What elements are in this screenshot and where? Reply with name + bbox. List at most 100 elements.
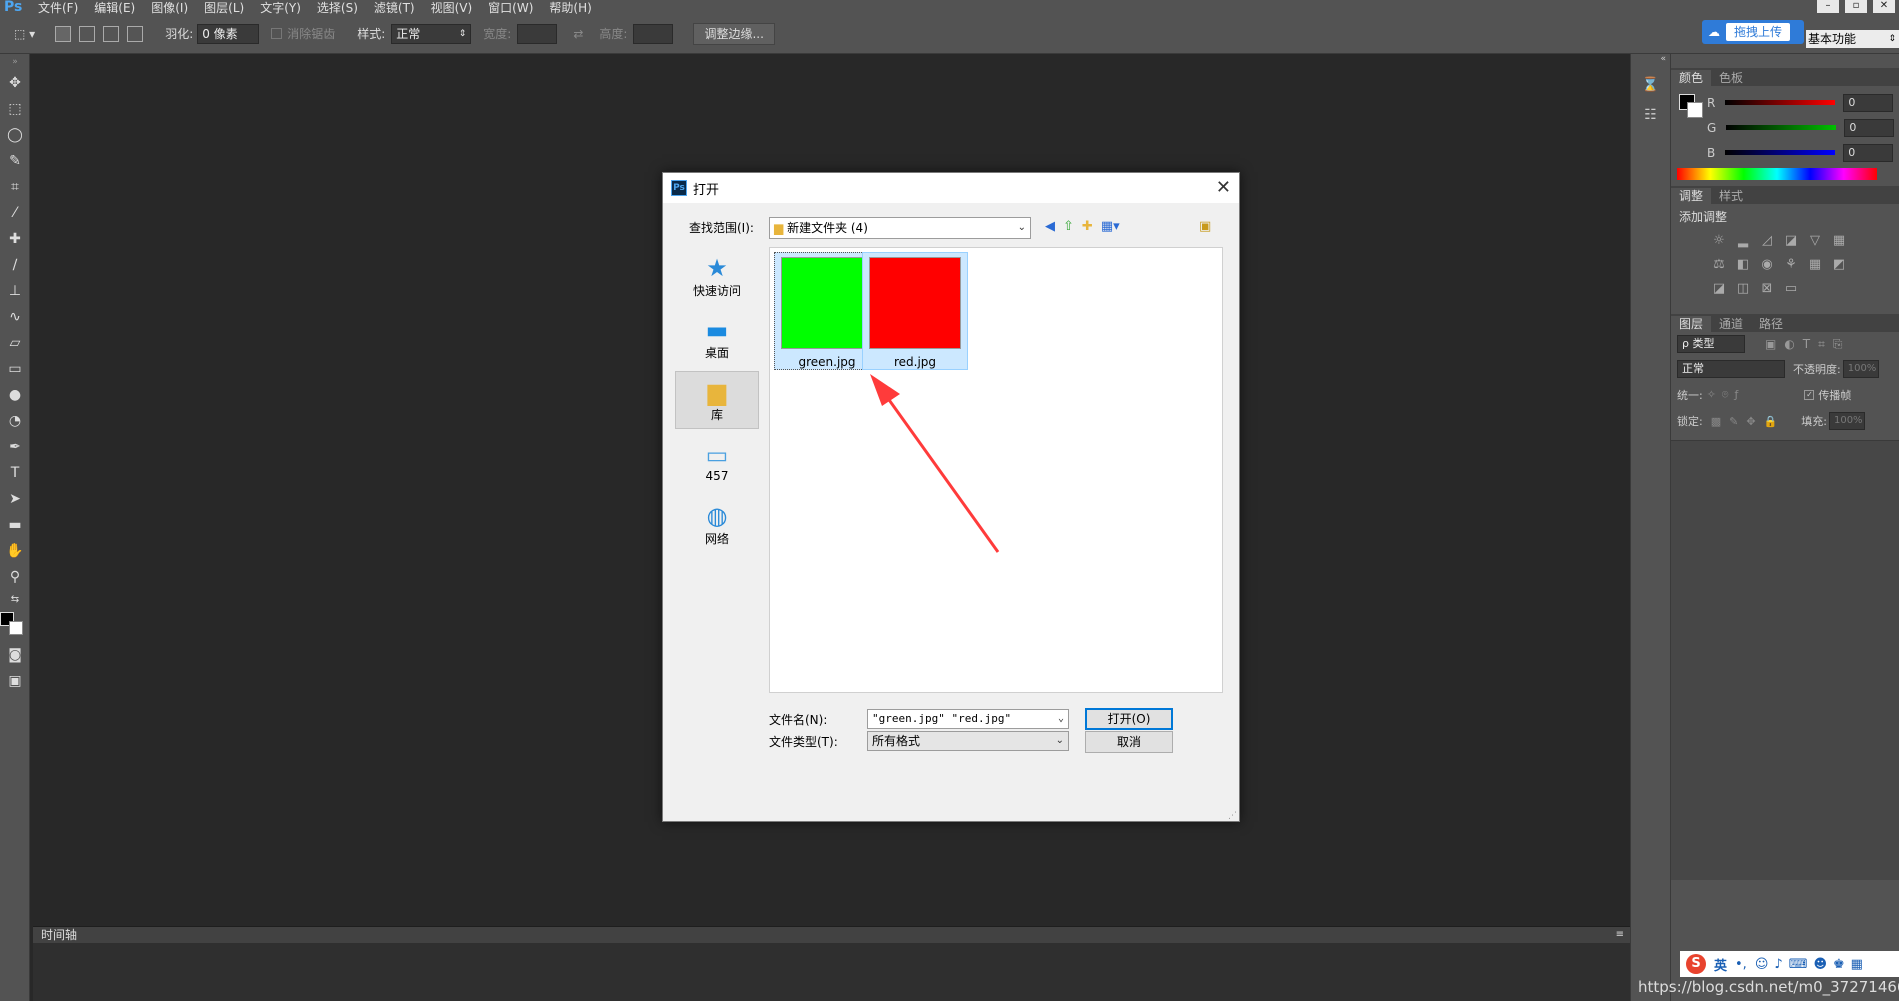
properties-panel-icon[interactable]: ☷ bbox=[1631, 100, 1670, 130]
background-color-swatch[interactable] bbox=[9, 621, 23, 635]
red-value-input[interactable]: 0 bbox=[1843, 93, 1894, 112]
timeline-tab[interactable]: 时间轴 bbox=[41, 927, 77, 943]
invert-icon[interactable]: ◩ bbox=[1827, 253, 1851, 277]
eraser-tool-icon[interactable]: ▱ bbox=[0, 330, 30, 356]
lasso-tool-icon[interactable]: ◯ bbox=[0, 122, 30, 148]
add-selection-icon[interactable] bbox=[79, 25, 96, 42]
filename-input[interactable]: "green.jpg" "red.jpg" ⌄ bbox=[867, 709, 1069, 729]
subtract-selection-icon[interactable] bbox=[103, 25, 120, 42]
panel-menu-icon[interactable]: ≡ bbox=[1616, 927, 1624, 943]
width-input[interactable] bbox=[517, 23, 558, 44]
fill-input[interactable]: 100% bbox=[1828, 412, 1865, 430]
pen-tool-icon[interactable]: ✒ bbox=[0, 434, 30, 460]
propagate-checkbox[interactable]: ✓ bbox=[1804, 390, 1815, 400]
channel-mixer-icon[interactable]: ⚘ bbox=[1779, 253, 1803, 277]
opacity-input[interactable]: 100% bbox=[1842, 360, 1879, 378]
hand-tool-icon[interactable]: ✋ bbox=[0, 538, 30, 564]
gradient-tool-icon[interactable]: ▭ bbox=[0, 356, 30, 382]
ime-lang-toggle[interactable]: 英 bbox=[1714, 955, 1727, 974]
lookin-select[interactable]: ▆ 新建文件夹 (4) ⌄ bbox=[769, 217, 1031, 239]
green-value-input[interactable]: 0 bbox=[1844, 118, 1895, 137]
healing-tool-icon[interactable]: ✚ bbox=[0, 226, 30, 252]
refine-edge-button[interactable]: 调整边缘... bbox=[693, 22, 775, 45]
view-menu-icon[interactable]: ▦▾ bbox=[1101, 219, 1120, 234]
emoji-icon[interactable]: ☺ bbox=[1755, 957, 1769, 972]
expand-panels-icon[interactable]: « bbox=[1631, 54, 1670, 70]
new-selection-icon[interactable] bbox=[55, 25, 72, 42]
blue-slider[interactable] bbox=[1725, 150, 1836, 155]
panel-collapse-icon[interactable]: » bbox=[0, 54, 30, 70]
blur-tool-icon[interactable]: ● bbox=[0, 382, 30, 408]
curves-icon[interactable]: ◿ bbox=[1755, 229, 1779, 253]
unify-icons[interactable]: ✧⌾ƒ bbox=[1707, 388, 1745, 402]
dodge-tool-icon[interactable]: ◔ bbox=[0, 408, 30, 434]
color-swatches[interactable] bbox=[0, 608, 29, 642]
upload-button[interactable]: ☁ 拖拽上传 bbox=[1702, 20, 1804, 44]
workspace-select[interactable]: 基本功能 ⇕ bbox=[1806, 30, 1899, 48]
open-button[interactable]: 打开(O) bbox=[1085, 708, 1173, 730]
zoom-tool-icon[interactable]: ⚲ bbox=[0, 564, 30, 590]
swap-icon[interactable]: ⇄ bbox=[573, 27, 583, 41]
toolbox-icon[interactable]: ▦ bbox=[1851, 957, 1863, 972]
path-select-tool-icon[interactable]: ➤ bbox=[0, 486, 30, 512]
history-brush-tool-icon[interactable]: ∿ bbox=[0, 304, 30, 330]
tab-channels[interactable]: 通道 bbox=[1711, 316, 1751, 332]
back-icon[interactable]: ◀ bbox=[1045, 219, 1055, 234]
gradient-map-icon[interactable]: ▭ bbox=[1779, 277, 1803, 301]
selective-color-icon[interactable]: ⊠ bbox=[1755, 277, 1779, 301]
feather-input[interactable]: 0 像素 bbox=[197, 23, 260, 44]
tab-styles[interactable]: 样式 bbox=[1711, 188, 1751, 204]
red-slider[interactable] bbox=[1725, 100, 1836, 105]
screen-mode-icon[interactable]: ▣ bbox=[0, 668, 30, 694]
maximize-button[interactable]: ▫ bbox=[1845, 0, 1867, 13]
vibrance-icon[interactable]: ▽ bbox=[1803, 229, 1827, 253]
intersect-selection-icon[interactable] bbox=[127, 25, 144, 42]
layer-filter-select[interactable]: ρ 类型 bbox=[1677, 335, 1745, 353]
lock-icons[interactable]: ▩✎✥🔒 bbox=[1711, 415, 1786, 428]
tab-paths[interactable]: 路径 bbox=[1751, 316, 1791, 332]
close-window-button[interactable]: ✕ bbox=[1873, 0, 1895, 13]
crop-tool-icon[interactable]: ⌗ bbox=[0, 174, 30, 200]
height-input[interactable] bbox=[633, 23, 674, 44]
tab-color[interactable]: 颜色 bbox=[1671, 70, 1712, 86]
swap-colors-icon[interactable]: ⇆ bbox=[0, 590, 30, 608]
hue-saturation-icon[interactable]: ▦ bbox=[1827, 229, 1851, 253]
file-item-red[interactable]: red.jpg bbox=[862, 252, 968, 370]
move-tool-icon[interactable]: ✥ bbox=[0, 70, 30, 96]
place-network[interactable]: ◍ 网络 bbox=[675, 495, 759, 553]
place-computer[interactable]: ▭ 457 bbox=[675, 433, 759, 491]
shape-tool-icon[interactable]: ▬ bbox=[0, 512, 30, 538]
black-white-icon[interactable]: ◧ bbox=[1731, 253, 1755, 277]
punctuation-icon[interactable]: •, bbox=[1735, 957, 1747, 972]
minimize-button[interactable]: – bbox=[1817, 0, 1839, 13]
color-lookup-icon[interactable]: ▦ bbox=[1803, 253, 1827, 277]
close-icon[interactable]: ✕ bbox=[1216, 177, 1231, 198]
bookmark-folder-icon[interactable]: ▣ bbox=[1199, 219, 1211, 234]
up-folder-icon[interactable]: ⇧ bbox=[1063, 219, 1074, 234]
green-slider[interactable] bbox=[1726, 125, 1837, 130]
tab-layers[interactable]: 图层 bbox=[1671, 316, 1712, 332]
quick-select-tool-icon[interactable]: ✎ bbox=[0, 148, 30, 174]
marquee-preset-icon[interactable]: ⬚ ▾ bbox=[14, 27, 35, 41]
skin-icon[interactable]: ♚ bbox=[1833, 957, 1845, 972]
new-folder-icon[interactable]: ✚ bbox=[1082, 219, 1093, 234]
cancel-button[interactable]: 取消 bbox=[1085, 731, 1173, 753]
layer-filter-icons[interactable]: ▣◐T⌗⎘ bbox=[1765, 337, 1851, 352]
stamp-tool-icon[interactable]: ⊥ bbox=[0, 278, 30, 304]
brightness-icon[interactable]: ☼ bbox=[1707, 229, 1731, 253]
keyboard-icon[interactable]: ⌨ bbox=[1789, 957, 1808, 972]
type-tool-icon[interactable]: T bbox=[0, 460, 30, 486]
color-balance-icon[interactable]: ⚖ bbox=[1707, 253, 1731, 277]
resize-grip-icon[interactable]: ⋰ bbox=[1228, 811, 1237, 821]
place-desktop[interactable]: ▬ 桌面 bbox=[675, 309, 759, 367]
style-select[interactable]: 正常 ⇕ bbox=[391, 23, 472, 44]
photo-filter-icon[interactable]: ◉ bbox=[1755, 253, 1779, 277]
user-icon[interactable]: ☻ bbox=[1813, 957, 1827, 972]
place-quick-access[interactable]: ★ 快速访问 bbox=[675, 247, 759, 305]
blend-mode-select[interactable]: 正常 bbox=[1677, 360, 1785, 378]
mic-icon[interactable]: ♪ bbox=[1774, 957, 1782, 972]
brush-tool-icon[interactable]: ∕ bbox=[0, 252, 30, 278]
levels-icon[interactable]: ▂ bbox=[1731, 229, 1755, 253]
history-panel-icon[interactable]: ⌛ bbox=[1631, 70, 1670, 100]
posterize-icon[interactable]: ◪ bbox=[1707, 277, 1731, 301]
